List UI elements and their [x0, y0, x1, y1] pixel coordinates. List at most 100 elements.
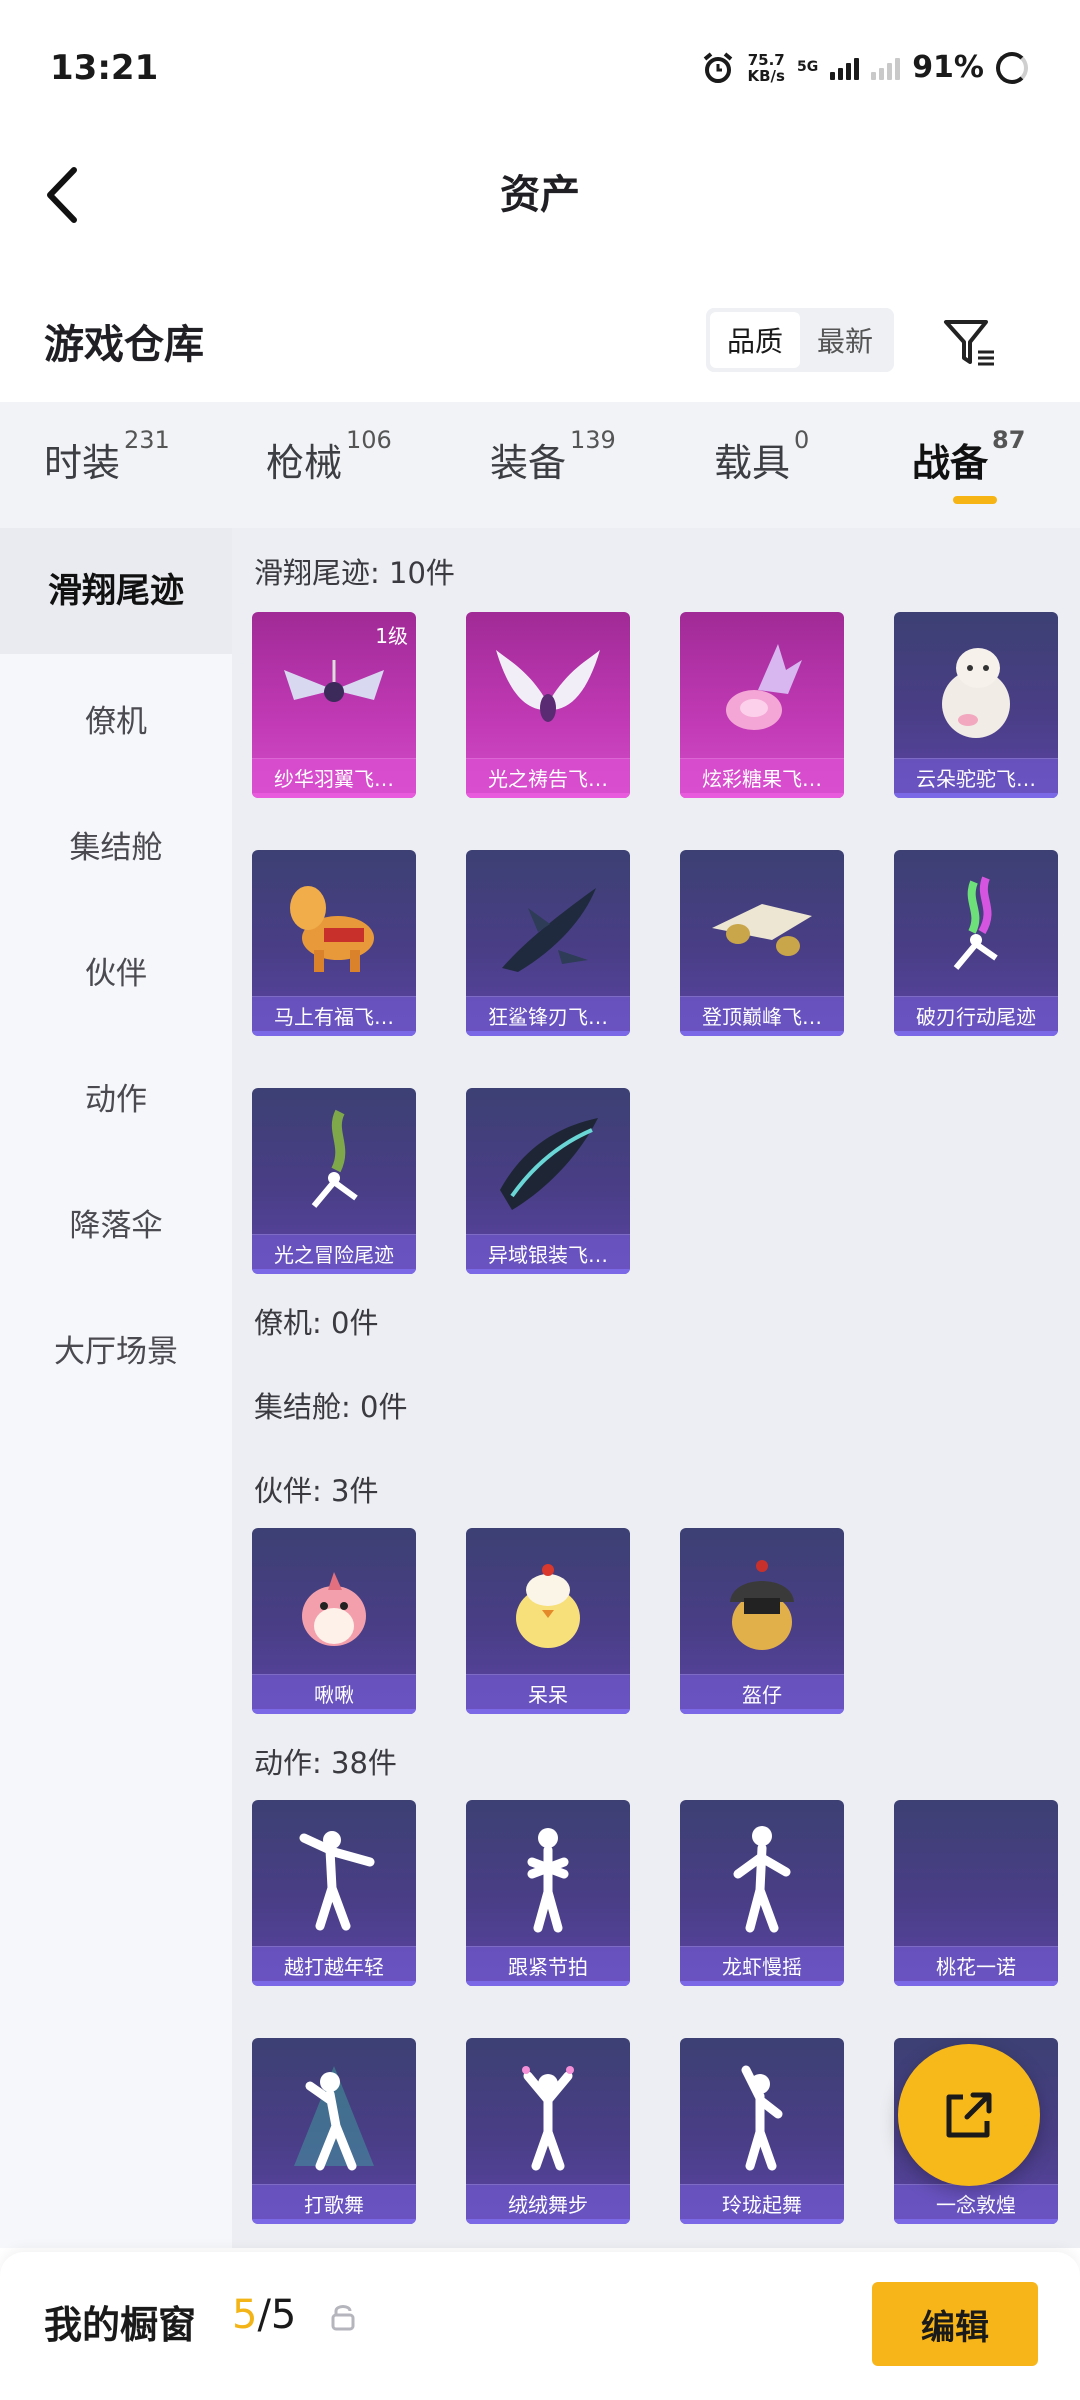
item-card[interactable]: 跟紧节拍: [466, 1800, 630, 1986]
item-card[interactable]: 玲珑起舞: [680, 2038, 844, 2224]
item-name: 光之祷告飞…: [466, 758, 630, 798]
status-bar: 13:21 75.7 KB/s 5G 91%: [0, 0, 1080, 140]
battery-percent: 91%: [912, 50, 984, 85]
item-name: 打歌舞: [252, 2184, 416, 2224]
lucky-horse-art: [290, 886, 374, 972]
candy-art: [726, 644, 802, 730]
warehouse-title: 游戏仓库: [44, 322, 204, 368]
sidebar: 滑翔尾迹 僚机 集结舱 伙伴 动作 降落伞 大厅场景: [0, 528, 232, 2248]
pink-bird-art: [302, 1572, 366, 1646]
item-name: 光之冒险尾迹: [252, 1234, 416, 1274]
item-name: 呆呆: [466, 1674, 630, 1714]
share-button[interactable]: [898, 2044, 1040, 2186]
section-heading-pod: 集结舱: 0件: [254, 1390, 408, 1424]
edit-button[interactable]: 编辑: [872, 2282, 1038, 2366]
active-tab-indicator: [953, 496, 997, 504]
item-name: 绒绒舞步: [466, 2184, 630, 2224]
item-name: 登顶巅峰飞…: [680, 996, 844, 1036]
sidebar-item-glide-trail[interactable]: 滑翔尾迹: [0, 528, 232, 654]
tab-guns[interactable]: 枪械106: [266, 426, 392, 487]
sort-latest-button[interactable]: 最新: [800, 312, 890, 368]
dancer-silhouette-art: [733, 1826, 791, 1933]
showcase-count-current: 5: [232, 2292, 258, 2338]
tab-fashion[interactable]: 时装231: [44, 426, 170, 487]
dancer-silhouette-art: [522, 2066, 574, 2171]
page-title: 资产: [500, 172, 580, 218]
item-card[interactable]: 龙虾慢摇: [680, 1800, 844, 1986]
smoke-trail-art: [953, 876, 998, 970]
warehouse-header: 游戏仓库 品质 最新: [0, 290, 1080, 390]
tab-vehicles[interactable]: 载具0: [714, 426, 809, 487]
item-name: 炫彩糖果飞…: [680, 758, 844, 798]
tab-readiness-label: 战备: [912, 441, 989, 485]
section-heading-emote: 动作: 38件: [254, 1746, 397, 1780]
sidebar-item-emote[interactable]: 动作: [0, 1074, 232, 1119]
tab-equipment[interactable]: 装备139: [490, 426, 616, 487]
item-name: 马上有福飞…: [252, 996, 416, 1036]
sidebar-item-parachute[interactable]: 降落伞: [0, 1200, 232, 1245]
section-heading-glide: 滑翔尾迹: 10件: [254, 556, 455, 590]
item-name: 桃花一诺: [894, 1946, 1058, 1986]
item-card[interactable]: 呆呆: [466, 1528, 630, 1714]
tab-fashion-count: 231: [124, 426, 170, 454]
showcase-count: 5/5: [232, 2292, 296, 2338]
dancer-silhouette-art: [527, 1828, 569, 1933]
status-icons: 75.7 KB/s 5G 91%: [701, 50, 1028, 85]
item-card[interactable]: 1级 纱华羽翼飞…: [252, 612, 416, 798]
signal-icon: [830, 56, 860, 80]
dancer-silhouette-art: [299, 1831, 375, 1931]
filter-icon[interactable]: [940, 312, 1000, 372]
item-name: 异域银装飞…: [466, 1234, 630, 1274]
item-card[interactable]: 啾啾: [252, 1528, 416, 1714]
category-tabs: 时装231 枪械106 装备139 载具0 战备87: [0, 402, 1080, 528]
item-name: 云朵驼驼飞…: [894, 758, 1058, 798]
network-speed-value: 75.7: [747, 50, 785, 69]
lock-icon: [331, 2305, 355, 2331]
item-card[interactable]: 越打越年轻: [252, 1800, 416, 1986]
app-header: 资产: [0, 140, 1080, 250]
green-smoke-art: [311, 1109, 358, 1208]
network-type: 5G: [796, 59, 819, 75]
cloud-alpaca-art: [942, 648, 1010, 738]
network-speed: 75.7 KB/s: [747, 52, 784, 84]
sidebar-item-wingman[interactable]: 僚机: [0, 696, 232, 741]
item-name: 玲珑起舞: [680, 2184, 844, 2224]
item-name: 跟紧节拍: [466, 1946, 630, 1986]
section-heading-partner: 伙伴: 3件: [254, 1474, 379, 1508]
sort-toggle: 品质 最新: [706, 308, 894, 372]
item-card[interactable]: 马上有福飞…: [252, 850, 416, 1036]
item-name: 一念敦煌: [894, 2184, 1058, 2224]
wing-trail-art: [284, 660, 384, 702]
tab-vehicles-count: 0: [794, 426, 810, 454]
sidebar-item-partner[interactable]: 伙伴: [0, 948, 232, 993]
item-card[interactable]: 光之冒险尾迹: [252, 1088, 416, 1274]
item-card[interactable]: 云朵驼驼飞…: [894, 612, 1058, 798]
item-card[interactable]: 异域银装飞…: [466, 1088, 630, 1274]
item-name: 啾啾: [252, 1674, 416, 1714]
item-name: 龙虾慢摇: [680, 1946, 844, 1986]
alarm-icon: [704, 51, 733, 83]
tab-readiness[interactable]: 战备87: [912, 426, 1025, 487]
showcase-count-total: /5: [257, 2292, 297, 2338]
tab-vehicles-label: 载具: [714, 441, 791, 485]
shark-blade-art: [502, 888, 596, 972]
item-card[interactable]: 绒绒舞步: [466, 2038, 630, 2224]
item-card[interactable]: 光之祷告飞…: [466, 612, 630, 798]
dancer-silhouette-art: [294, 2066, 374, 2171]
signal-icon-secondary: [871, 56, 901, 80]
item-card[interactable]: 打歌舞: [252, 2038, 416, 2224]
item-card[interactable]: 炫彩糖果飞…: [680, 612, 844, 798]
item-card[interactable]: 登顶巅峰飞…: [680, 850, 844, 1036]
item-name: 盔仔: [680, 1674, 844, 1714]
item-card[interactable]: 破刃行动尾迹: [894, 850, 1058, 1036]
item-card[interactable]: 盔仔: [680, 1528, 844, 1714]
share-icon: [946, 2092, 992, 2138]
item-card[interactable]: 桃花一诺: [894, 1800, 1058, 1986]
item-name: 越打越年轻: [252, 1946, 416, 1986]
sidebar-item-lobby-scene[interactable]: 大厅场景: [0, 1326, 232, 1371]
sidebar-item-pod[interactable]: 集结舱: [0, 822, 232, 867]
item-card[interactable]: 狂鲨锋刃飞…: [466, 850, 630, 1036]
yellow-chick-art: [516, 1564, 580, 1648]
item-name: 破刃行动尾迹: [894, 996, 1058, 1036]
sort-quality-button[interactable]: 品质: [710, 312, 800, 368]
